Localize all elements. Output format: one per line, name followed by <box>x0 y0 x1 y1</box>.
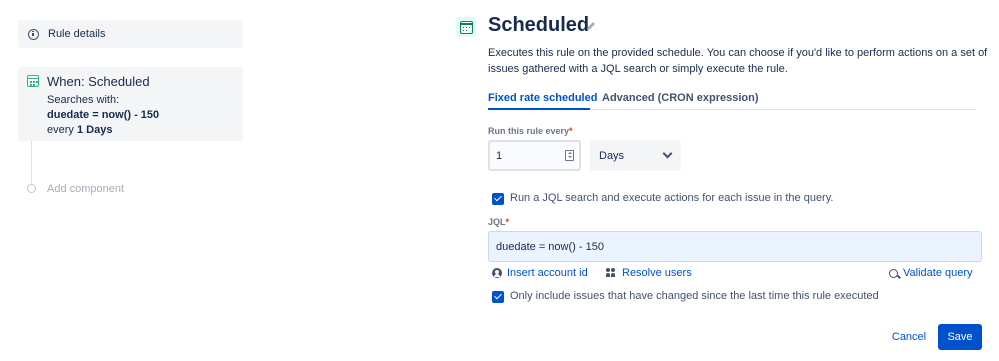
trigger-jql-summary: duedate = now() - 150 <box>47 109 160 121</box>
search-icon <box>889 268 898 278</box>
component-connector-line <box>31 141 32 184</box>
frequency-prefix: every <box>47 124 74 136</box>
schedule-description: Executes this rule on the provided sched… <box>488 47 988 75</box>
rule-details-label: Rule details <box>48 28 106 40</box>
tab-fixed-rate[interactable]: Fixed rate scheduled <box>488 92 597 104</box>
run-every-label: Run this rule every* <box>488 126 573 136</box>
info-icon <box>28 28 39 40</box>
jql-query-value: duedate = now() - 150 <box>496 240 604 253</box>
tab-advanced-cron[interactable]: Advanced (CRON expression) <box>602 92 758 104</box>
interval-value: 1 <box>496 149 503 162</box>
insert-account-id-link[interactable]: Insert account id <box>492 267 588 279</box>
save-button[interactable]: Save <box>938 324 982 350</box>
page-title: Scheduled <box>488 14 590 36</box>
trigger-searches-label: Searches with: <box>47 94 120 106</box>
frequency-value: 1 Days <box>76 124 113 136</box>
resolve-users-link[interactable]: Resolve users <box>606 267 692 279</box>
unit-value: Days <box>599 149 625 162</box>
insert-account-id-label: Insert account id <box>507 267 588 279</box>
add-component-link[interactable]: Add component <box>47 183 124 195</box>
rule-details-item[interactable]: Rule details <box>18 20 243 48</box>
schedule-tabs: Fixed rate scheduled Advanced (CRON expr… <box>488 89 976 110</box>
jql-query-input[interactable]: duedate = now() - 150 <box>488 231 982 262</box>
jql-label: JQL* <box>488 217 510 227</box>
active-tab-indicator <box>488 108 590 110</box>
cancel-button[interactable]: Cancel <box>884 325 934 349</box>
interval-unit-select[interactable]: Days <box>590 140 681 171</box>
resolve-users-label: Resolve users <box>622 267 692 279</box>
trigger-title: When: Scheduled <box>47 74 150 89</box>
pencil-icon[interactable] <box>585 20 597 32</box>
validate-query-link[interactable]: Validate query <box>889 267 973 279</box>
trigger-card-scheduled[interactable]: When: Scheduled Searches with: duedate =… <box>18 67 243 141</box>
person-icon <box>492 268 502 278</box>
users-icon <box>606 268 617 278</box>
add-component-dot-icon[interactable] <box>27 184 36 193</box>
only-changed-checkbox[interactable] <box>492 291 504 303</box>
trigger-calendar-icon <box>27 75 39 87</box>
run-jql-checkbox[interactable] <box>492 193 504 205</box>
trigger-frequency: every 1 Days <box>47 124 112 136</box>
validate-query-label: Validate query <box>903 267 973 279</box>
chevron-down-icon <box>662 148 673 159</box>
only-changed-label: Only include issues that have changed si… <box>510 290 879 302</box>
run-jql-label: Run a JQL search and execute actions for… <box>510 192 834 204</box>
spinner-icon[interactable] <box>565 150 574 161</box>
interval-number-input[interactable]: 1 <box>488 140 581 171</box>
calendar-icon <box>456 17 476 37</box>
